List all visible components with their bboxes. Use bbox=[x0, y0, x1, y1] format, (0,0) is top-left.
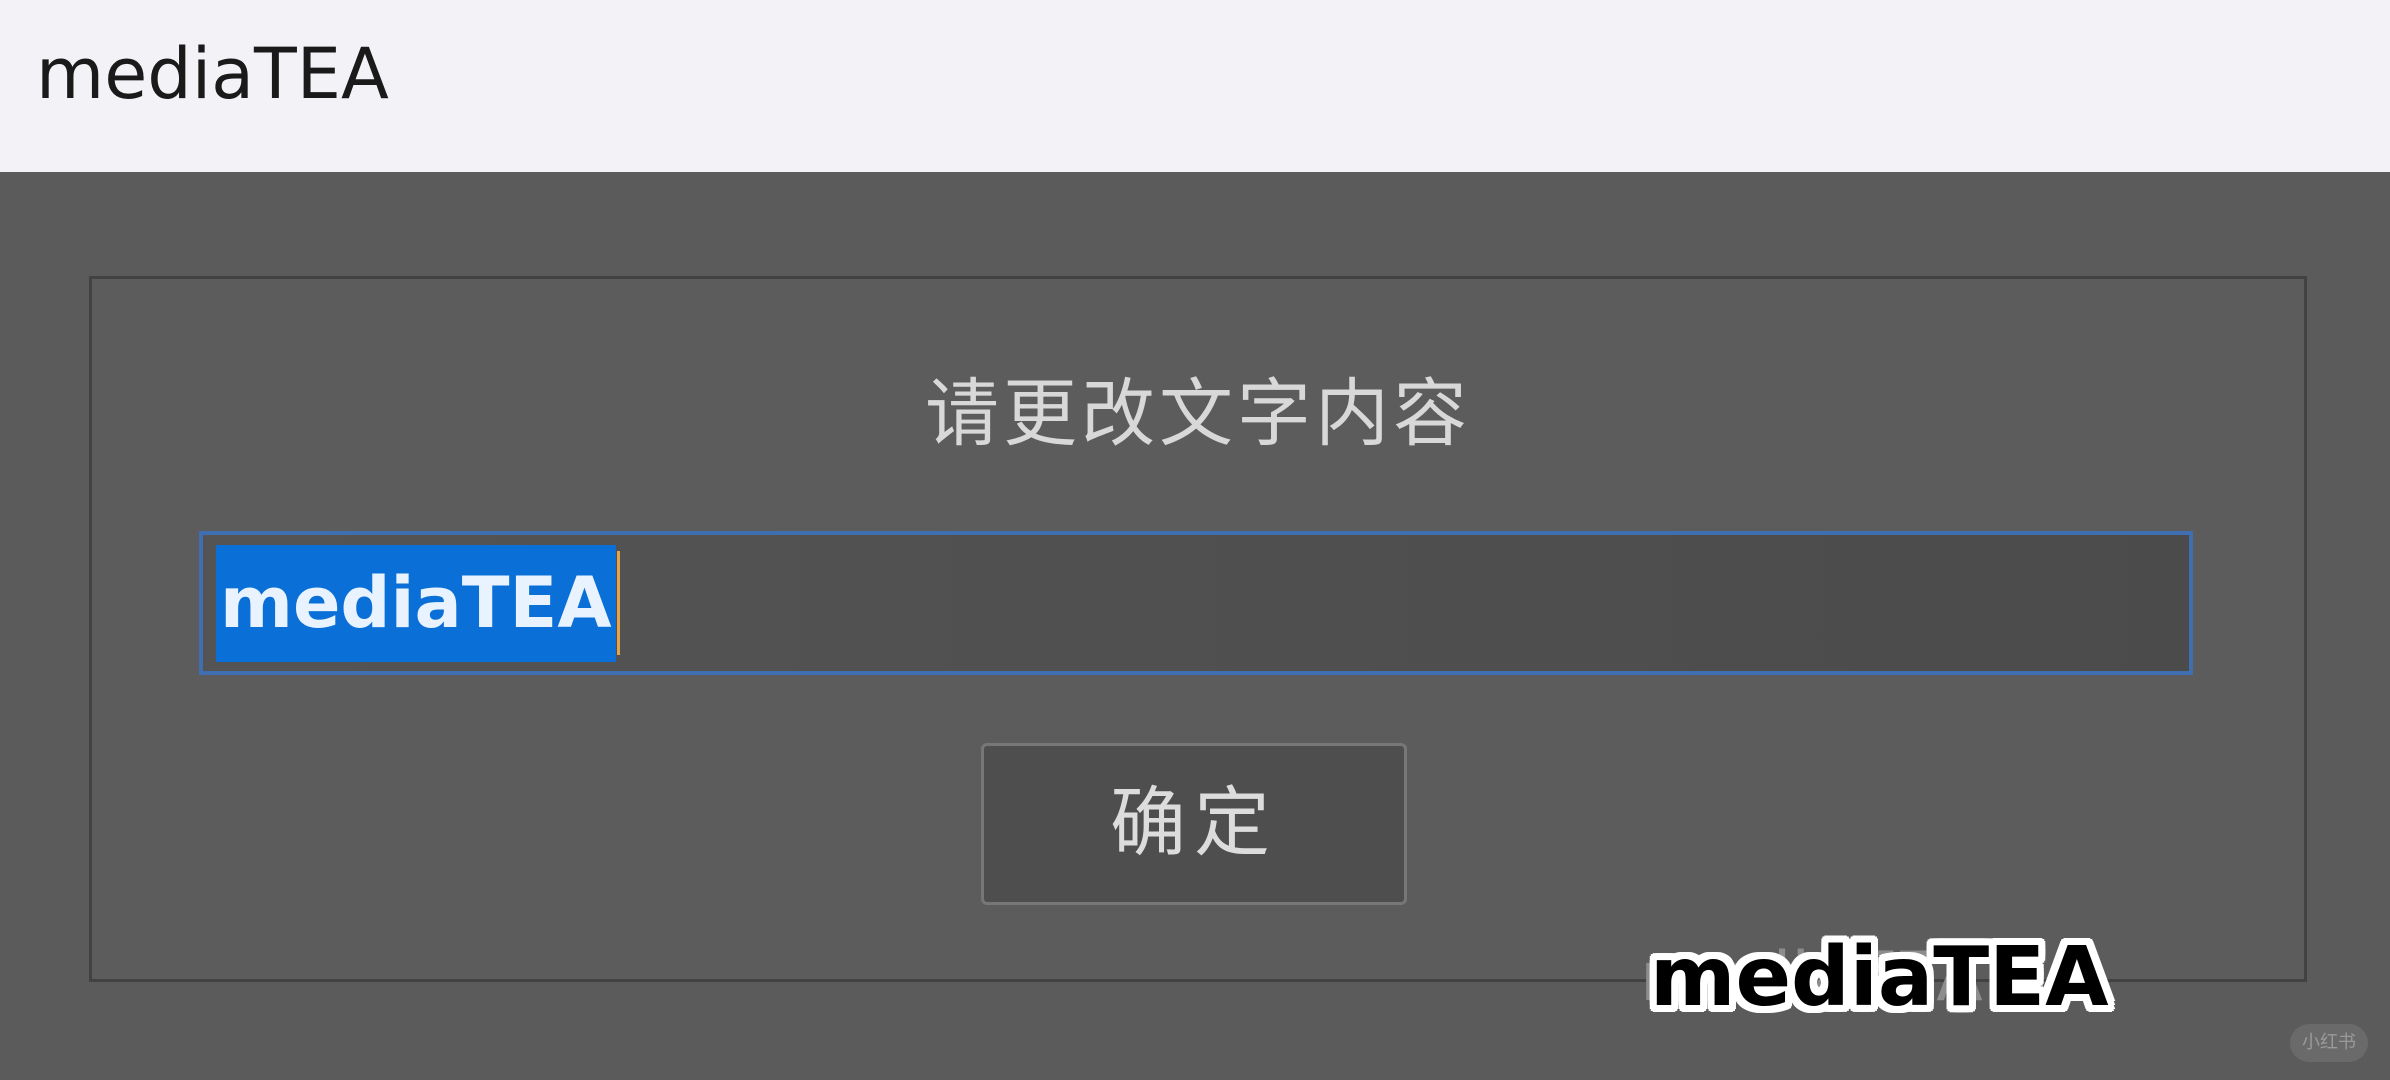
text-input-field[interactable]: mediaTEA bbox=[199, 531, 2193, 675]
ok-button[interactable]: 确定 bbox=[981, 743, 1407, 905]
input-value: mediaTEA bbox=[220, 562, 612, 644]
text-caret bbox=[616, 551, 620, 655]
watermark-bold: mediaTEA bbox=[1650, 930, 2109, 1025]
window-title: mediaTEA bbox=[36, 33, 389, 115]
corner-badge: 小红书 bbox=[2290, 1024, 2368, 1062]
selected-input-text[interactable]: mediaTEA bbox=[216, 545, 620, 662]
title-bar: mediaTEA bbox=[0, 0, 2390, 172]
dialog-panel: 请更改文字内容 mediaTEA 确定 bbox=[89, 276, 2307, 982]
dialog-prompt: 请更改文字内容 bbox=[925, 371, 1471, 457]
